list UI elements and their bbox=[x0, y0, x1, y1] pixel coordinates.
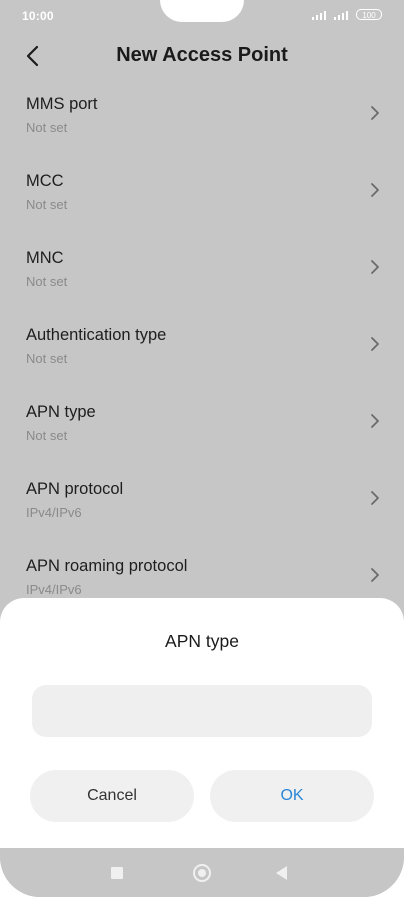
chevron-right-icon bbox=[371, 183, 379, 197]
chevron-right-icon bbox=[371, 491, 379, 505]
dialog-title: APN type bbox=[165, 631, 239, 651]
square-icon[interactable] bbox=[111, 867, 123, 879]
page-title: New Access Point bbox=[116, 44, 288, 66]
apn-type-input[interactable] bbox=[32, 685, 372, 737]
item-title: Authentication type bbox=[26, 326, 167, 344]
list-item-apn-type[interactable]: APN type Not set bbox=[0, 390, 404, 467]
chevron-right-icon bbox=[371, 337, 379, 351]
list-item-mnc[interactable]: MNC Not set bbox=[0, 236, 404, 313]
navigation-bar bbox=[0, 848, 404, 897]
item-title: MCC bbox=[26, 172, 64, 190]
item-title: APN type bbox=[26, 403, 96, 421]
status-time: 10:00 bbox=[22, 9, 54, 23]
chevron-right-icon bbox=[371, 568, 379, 582]
list-item-mms-port[interactable]: MMS port Not set bbox=[0, 82, 404, 159]
battery-icon: 100 bbox=[356, 9, 382, 20]
chevron-right-icon bbox=[371, 106, 379, 120]
item-value: IPv4/IPv6 bbox=[26, 582, 82, 597]
cancel-button[interactable]: Cancel bbox=[30, 770, 194, 822]
status-bar: 10:00 100 bbox=[0, 0, 404, 30]
app-header: New Access Point bbox=[0, 38, 404, 78]
item-value: IPv4/IPv6 bbox=[26, 505, 82, 520]
triangle-back-icon[interactable] bbox=[276, 866, 287, 880]
item-title: APN roaming protocol bbox=[26, 557, 188, 575]
circle-icon[interactable] bbox=[193, 864, 211, 882]
ok-button[interactable]: OK bbox=[210, 770, 374, 822]
apn-type-dialog: APN type Cancel OK bbox=[0, 598, 404, 848]
chevron-right-icon bbox=[371, 260, 379, 274]
item-title: APN protocol bbox=[26, 480, 124, 498]
signal-icon bbox=[334, 10, 352, 20]
signal-icon bbox=[312, 10, 330, 20]
item-title: MNC bbox=[26, 249, 64, 267]
item-value: Not set bbox=[26, 351, 68, 366]
list-item-authentication-type[interactable]: Authentication type Not set bbox=[0, 313, 404, 390]
phone-screen: 10:00 100 New Access Point MMS port Not … bbox=[0, 0, 404, 897]
item-title: MMS port bbox=[26, 95, 98, 113]
item-value: Not set bbox=[26, 274, 68, 289]
item-value: Not set bbox=[26, 428, 68, 443]
item-value: Not set bbox=[26, 197, 68, 212]
list-item-apn-protocol[interactable]: APN protocol IPv4/IPv6 bbox=[0, 467, 404, 544]
status-icons: 100 bbox=[312, 9, 382, 20]
item-value: Not set bbox=[26, 120, 68, 135]
list-item-mcc[interactable]: MCC Not set bbox=[0, 159, 404, 236]
chevron-right-icon bbox=[371, 414, 379, 428]
